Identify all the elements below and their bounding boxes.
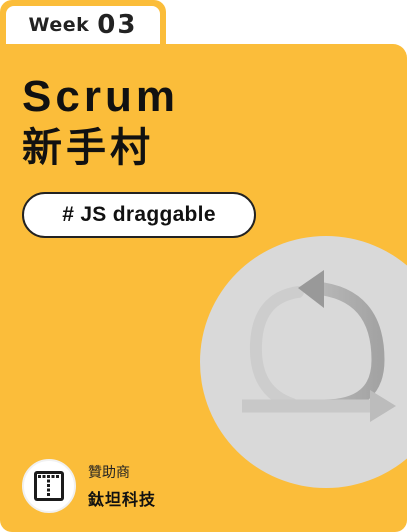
card-panel: Scrum 新手村 # JS draggable 贊助商 鈦坦科技	[0, 44, 407, 532]
course-card: Week 03 Scrum 新手村 # JS draggable 贊助商 鈦坦科…	[0, 0, 407, 532]
sponsor-block: 贊助商 鈦坦科技	[22, 456, 156, 516]
week-label: Week	[28, 14, 90, 36]
topic-tag: # JS draggable	[22, 192, 256, 238]
sponsor-text: 贊助商 鈦坦科技	[88, 462, 156, 510]
sponsor-label: 贊助商	[88, 465, 130, 481]
title-english: Scrum	[22, 72, 179, 121]
title-chinese: 新手村	[22, 125, 154, 171]
sponsor-name: 鈦坦科技	[88, 490, 157, 509]
cycle-arrow-icon	[200, 236, 407, 488]
week-number: 03	[97, 10, 138, 40]
titansoft-logo-icon	[22, 459, 76, 513]
week-tab: Week 03	[0, 0, 166, 50]
week-badge: Week 03	[6, 6, 160, 44]
